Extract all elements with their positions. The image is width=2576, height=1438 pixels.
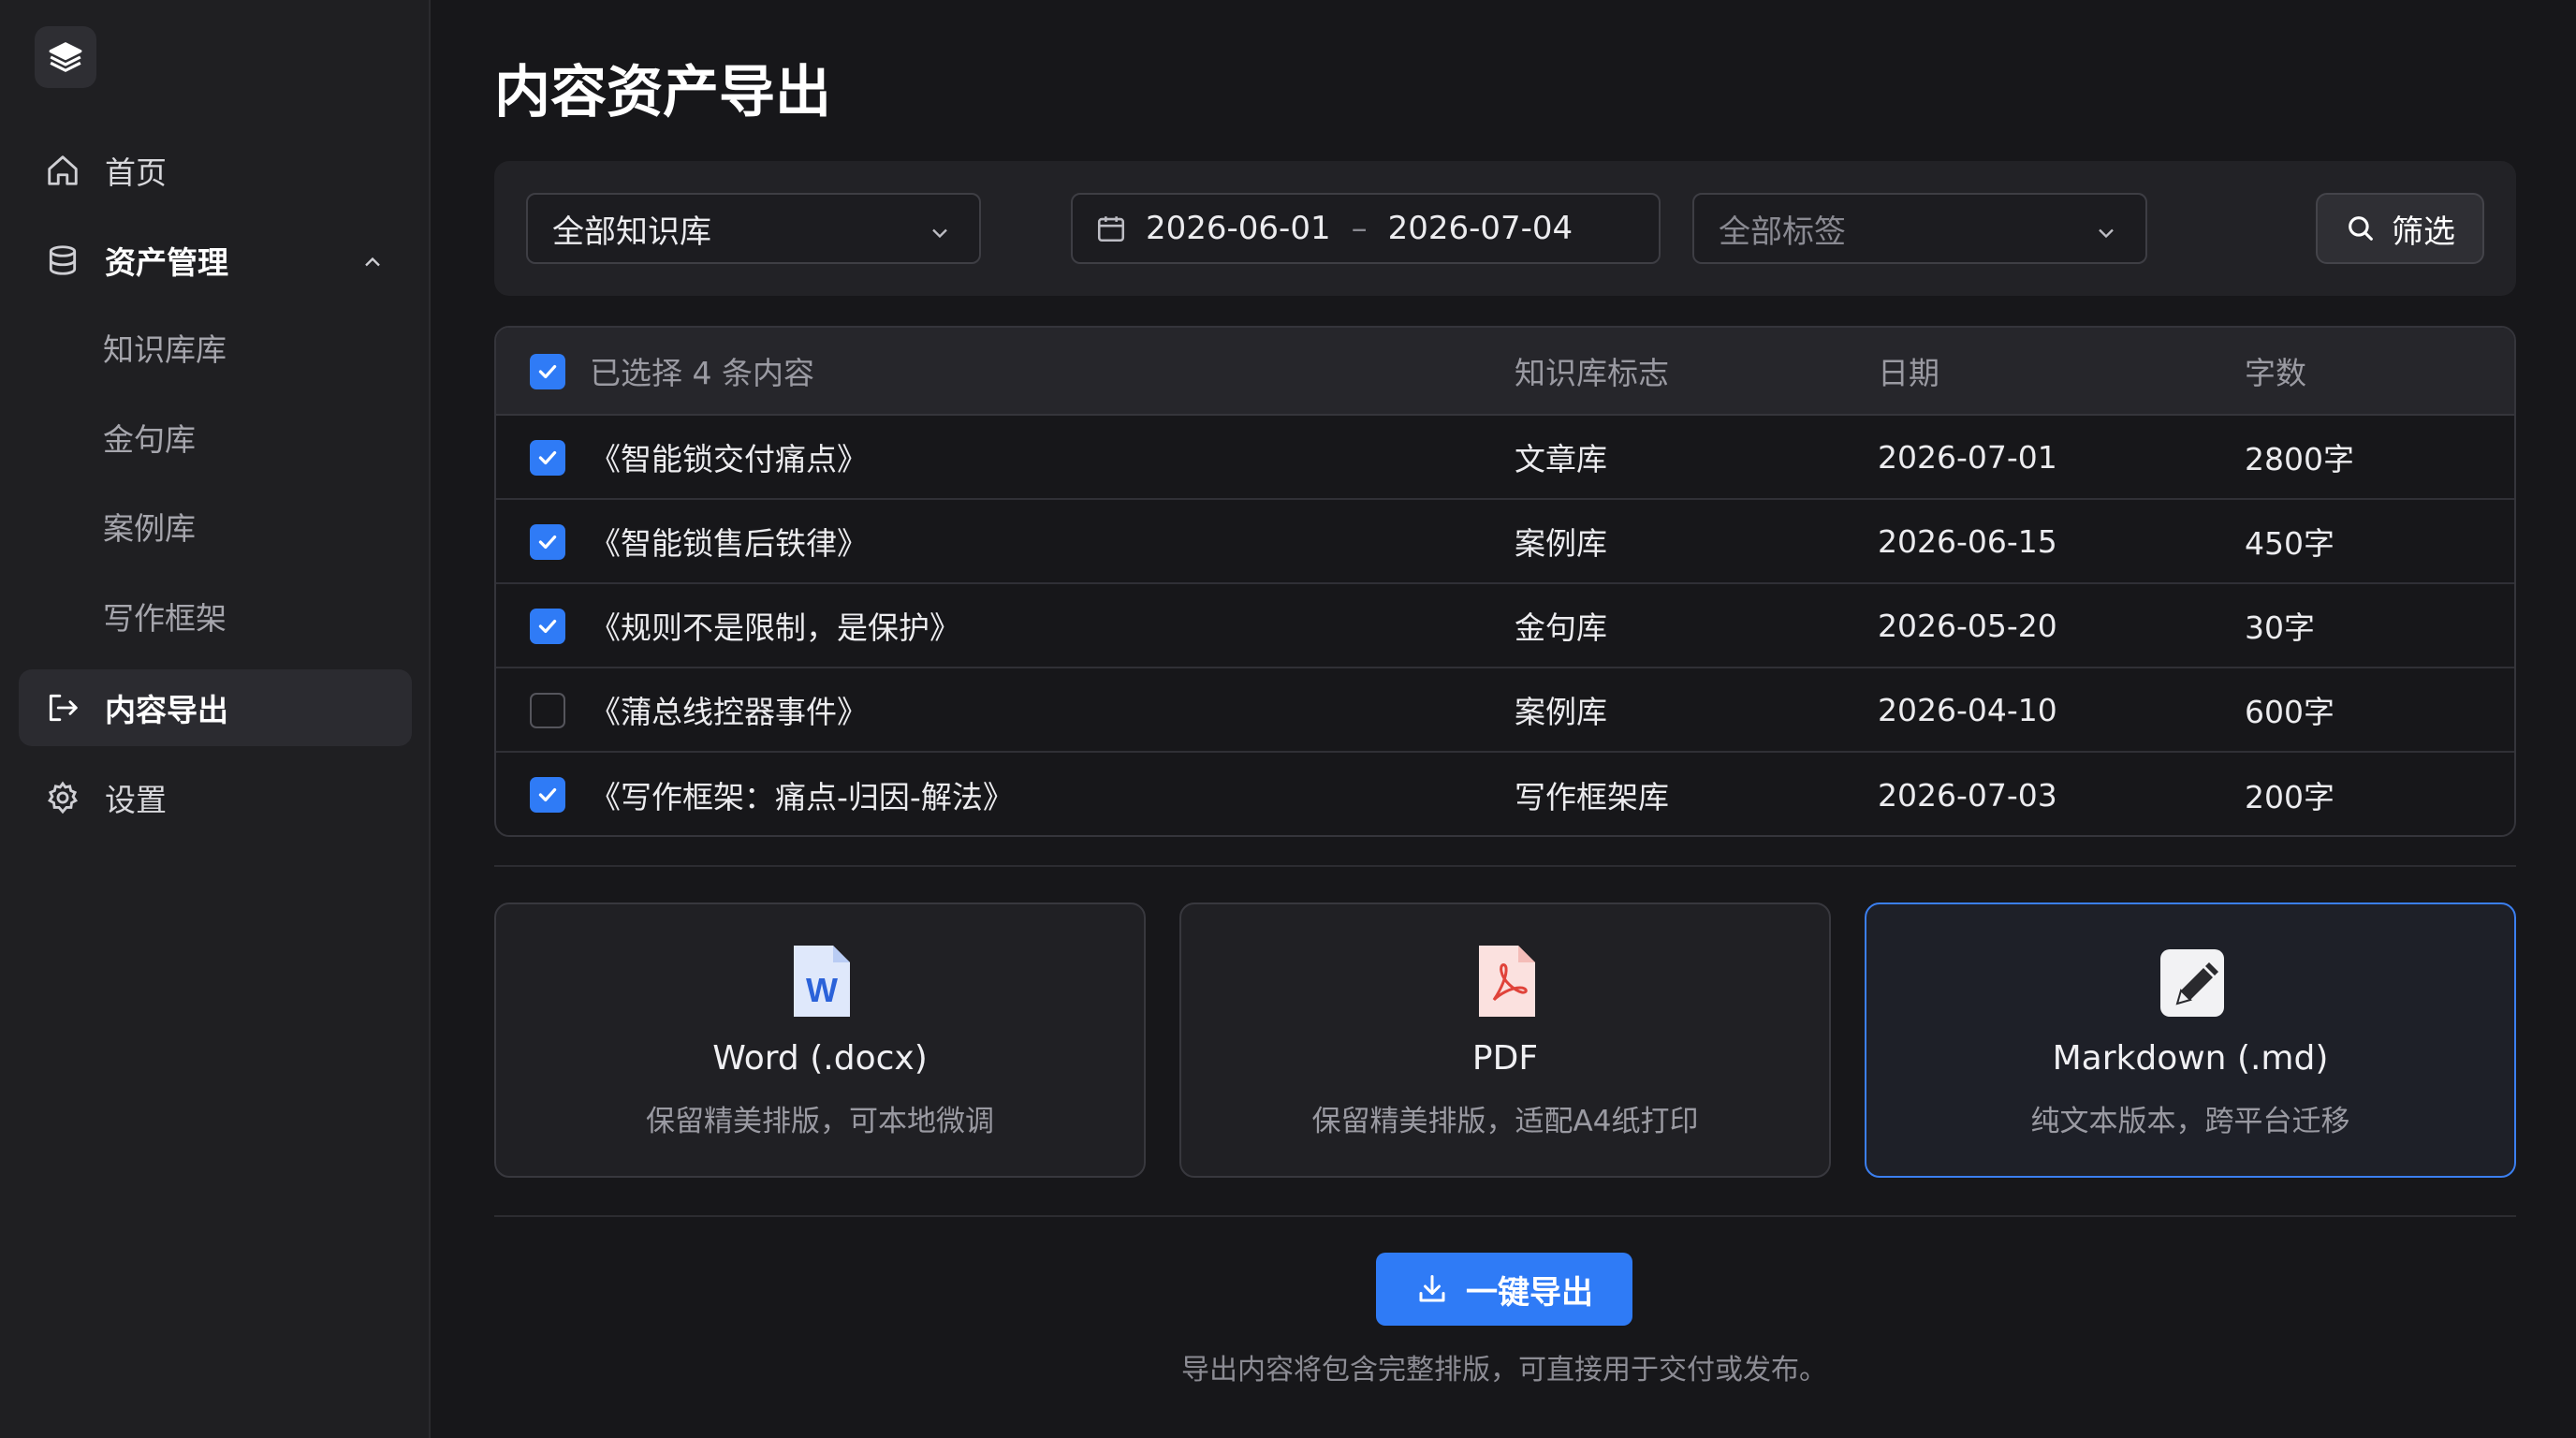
format-card-word[interactable]: W Word (.docx) 保留精美排版，可本地微调 — [494, 902, 1146, 1178]
nav-settings[interactable]: 设置 — [19, 759, 412, 836]
nav-home[interactable]: 首页 — [19, 132, 412, 209]
row-checkbox[interactable] — [530, 524, 565, 560]
filter-button-label: 筛选 — [2392, 213, 2455, 251]
section-divider — [494, 1215, 2516, 1217]
nav-sub-quotes[interactable]: 金句库 — [103, 412, 196, 468]
nav-home-label: 首页 — [105, 154, 167, 191]
nav-sub-cases[interactable]: 案例库 — [103, 501, 196, 557]
chevron-up-icon — [359, 246, 386, 283]
tags-select-placeholder: 全部标签 — [1719, 213, 1846, 251]
row-library: 案例库 — [1515, 525, 1607, 562]
row-library: 金句库 — [1515, 609, 1607, 646]
date-separator: – — [1351, 210, 1368, 247]
table-row[interactable]: 《规则不是限制，是保护》 金句库 2026-05-20 30字 — [496, 584, 2514, 668]
select-all-checkbox[interactable] — [530, 354, 565, 389]
date-start: 2026-06-01 — [1146, 210, 1331, 247]
row-title: 《规则不是限制，是保护》 — [590, 609, 960, 646]
markdown-edit-icon — [2160, 942, 2224, 1020]
table-row[interactable]: 《智能锁售后铁律》 案例库 2026-06-15 450字 — [496, 500, 2514, 584]
row-words: 30字 — [2245, 609, 2315, 646]
library-select[interactable]: 全部知识库 — [526, 193, 981, 264]
format-card-title: PDF — [1471, 1039, 1539, 1078]
filter-button[interactable]: 筛选 — [2316, 193, 2484, 264]
nav-asset-management-label: 资产管理 — [105, 244, 228, 281]
col-header-date: 日期 — [1878, 355, 1939, 391]
row-library: 文章库 — [1515, 441, 1607, 477]
nav-content-export-label: 内容导出 — [105, 692, 228, 728]
row-words: 600字 — [2245, 694, 2334, 730]
row-date: 2026-07-01 — [1878, 438, 2057, 476]
row-date: 2026-04-10 — [1878, 691, 2057, 728]
date-end: 2026-07-04 — [1387, 210, 1573, 247]
table-row[interactable]: 《写作框架：痛点-归因-解法》 写作框架库 2026-07-03 200字 — [496, 753, 2514, 835]
filter-bar: 全部知识库 2026-06-01 – 2026-07-04 全部标签 筛选 — [494, 161, 2516, 296]
export-icon — [43, 688, 82, 727]
database-icon — [43, 241, 82, 280]
section-divider — [494, 865, 2516, 867]
format-card-title: Markdown (.md) — [2052, 1039, 2329, 1078]
selected-count: 已选择 4 条内容 — [590, 355, 814, 391]
row-title: 《写作框架：痛点-归因-解法》 — [590, 779, 1014, 815]
sidebar: 首页 资产管理 知识库库 金句库 案例库 写作框架 内容导出 设置 — [0, 0, 431, 1438]
search-icon — [2345, 213, 2377, 244]
format-card-markdown[interactable]: Markdown (.md) 纯文本版本，跨平台迁移 — [1865, 902, 2516, 1178]
download-icon — [1415, 1272, 1449, 1306]
row-title: 《蒲总线控器事件》 — [590, 694, 868, 730]
gear-icon — [43, 778, 82, 817]
col-header-words: 字数 — [2245, 355, 2306, 391]
format-card-desc: 保留精美排版，可本地微调 — [646, 1105, 994, 1138]
export-button[interactable]: 一键导出 — [1376, 1253, 1632, 1326]
word-file-icon: W — [790, 942, 854, 1020]
tags-select[interactable]: 全部标签 — [1692, 193, 2147, 264]
row-words: 2800字 — [2245, 441, 2354, 477]
check-icon — [538, 535, 557, 550]
nav-asset-management[interactable]: 资产管理 — [19, 222, 412, 299]
row-date: 2026-07-03 — [1878, 776, 2057, 814]
layers-icon — [49, 42, 82, 72]
export-note: 导出内容将包含完整排版，可直接用于交付或发布。 — [1181, 1354, 1827, 1387]
row-checkbox[interactable] — [530, 609, 565, 644]
nav-content-export[interactable]: 内容导出 — [19, 669, 412, 746]
nav-sub-knowledge-base[interactable]: 知识库库 — [103, 322, 227, 378]
format-card-desc: 保留精美排版，适配A4纸打印 — [1311, 1105, 1699, 1138]
chevron-down-icon — [2093, 217, 2119, 255]
page-title: 内容资产导出 — [494, 60, 831, 125]
pdf-file-icon — [1475, 942, 1539, 1020]
row-words: 200字 — [2245, 779, 2334, 815]
row-checkbox[interactable] — [530, 440, 565, 476]
date-range-picker[interactable]: 2026-06-01 – 2026-07-04 — [1071, 193, 1661, 264]
nav-settings-label: 设置 — [105, 782, 167, 818]
calendar-icon — [1095, 213, 1127, 244]
content-table: 已选择 4 条内容 知识库标志 日期 字数 《智能锁交付痛点》 文章库 2026… — [494, 326, 2516, 837]
col-header-library: 知识库标志 — [1515, 355, 1669, 391]
nav-sub-writing-frameworks[interactable]: 写作框架 — [103, 591, 227, 647]
format-card-title: Word (.docx) — [712, 1039, 928, 1078]
table-row[interactable]: 《智能锁交付痛点》 文章库 2026-07-01 2800字 — [496, 416, 2514, 500]
row-checkbox[interactable] — [530, 777, 565, 813]
main-content: 内容资产导出 全部知识库 2026-06-01 – 2026-07-04 全部标… — [432, 0, 2576, 1438]
table-row[interactable]: 《蒲总线控器事件》 案例库 2026-04-10 600字 — [496, 668, 2514, 753]
svg-text:W: W — [806, 971, 838, 1009]
check-icon — [538, 787, 557, 802]
row-title: 《智能锁交付痛点》 — [590, 441, 868, 477]
chevron-down-icon — [927, 217, 953, 255]
row-library: 案例库 — [1515, 694, 1607, 730]
check-icon — [538, 364, 557, 379]
row-title: 《智能锁售后铁律》 — [590, 525, 868, 562]
row-checkbox[interactable] — [530, 693, 565, 728]
row-words: 450字 — [2245, 525, 2334, 562]
table-header: 已选择 4 条内容 知识库标志 日期 字数 — [496, 328, 2514, 416]
library-select-value: 全部知识库 — [552, 213, 711, 251]
app-logo[interactable] — [35, 26, 96, 88]
export-button-label: 一键导出 — [1466, 1273, 1593, 1312]
check-icon — [538, 619, 557, 634]
row-date: 2026-05-20 — [1878, 607, 2057, 644]
row-library: 写作框架库 — [1515, 779, 1669, 815]
format-card-pdf[interactable]: PDF 保留精美排版，适配A4纸打印 — [1179, 902, 1831, 1178]
check-icon — [538, 450, 557, 465]
row-date: 2026-06-15 — [1878, 522, 2057, 560]
format-card-desc: 纯文本版本，跨平台迁移 — [2030, 1105, 2350, 1138]
home-icon — [43, 151, 82, 190]
